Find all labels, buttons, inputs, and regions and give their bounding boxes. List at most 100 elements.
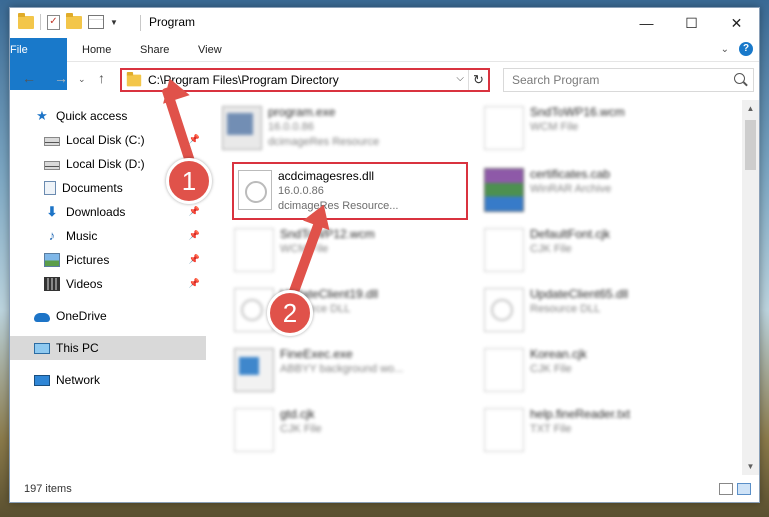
navigation-pane: ★ Quick access Local Disk (C:) 📌 Local D…: [10, 100, 206, 475]
file-item[interactable]: certificates.cab WinRAR Archive: [482, 164, 722, 216]
large-icons-view-icon[interactable]: [737, 483, 751, 495]
folder-icon: [18, 12, 34, 29]
pin-icon[interactable]: 📌: [189, 254, 200, 265]
file-description: dcimageRes Resource...: [278, 200, 399, 212]
pictures-icon: [44, 253, 60, 267]
file-type: WinRAR Archive: [530, 183, 612, 195]
file-type: TXT File: [530, 423, 572, 435]
file-version: 16.0.0.86: [278, 185, 324, 197]
details-view-icon[interactable]: [719, 483, 733, 495]
sidebar-item-network[interactable]: Network: [10, 368, 206, 392]
sidebar-item-label: Local Disk (D:): [66, 157, 145, 171]
address-folder-icon: [126, 71, 142, 86]
recent-locations-dropdown-icon[interactable]: ⌄: [78, 74, 86, 85]
scrollbar-thumb[interactable]: [745, 120, 756, 170]
sidebar-item-this-pc[interactable]: This PC: [10, 336, 206, 360]
file-item[interactable]: Korean.cjk CJK File: [482, 344, 722, 396]
tab-share[interactable]: Share: [128, 38, 181, 62]
sidebar-item-label: Documents: [62, 181, 123, 195]
file-item-selected[interactable]: acdcimagesres.dll 16.0.0.86 dcimageRes R…: [232, 162, 468, 220]
file-item[interactable]: help.fineReader.txt TXT File: [482, 404, 722, 456]
sidebar-item-downloads[interactable]: ⬇ Downloads 📌: [10, 200, 206, 224]
file-name: SndToWP16.wcm: [530, 105, 625, 119]
step-2-badge: 2: [267, 290, 313, 336]
sidebar-item-label: Downloads: [66, 205, 126, 219]
quick-access-toolbar: ✓ ▼: [18, 12, 118, 30]
customize-toolbar-dropdown-icon[interactable]: ▼: [110, 18, 118, 27]
file-type: WCM File: [280, 243, 329, 255]
file-item[interactable]: UpdateClient65.dll Resource DLL: [482, 284, 722, 336]
file-name: FineExec.exe: [280, 347, 353, 361]
tab-home[interactable]: Home: [70, 38, 123, 62]
scroll-up-arrow-icon[interactable]: ▲: [742, 100, 759, 117]
file-name: DefaultFont.cjk: [530, 227, 611, 241]
dll-file-icon: [238, 170, 272, 210]
file-type: CJK File: [530, 243, 572, 255]
pc-icon: [34, 342, 50, 354]
onedrive-icon: [34, 313, 50, 322]
sidebar-item-pictures[interactable]: Pictures 📌: [10, 248, 206, 272]
tab-view[interactable]: View: [186, 38, 234, 62]
file-name: acdcimagesres.dll: [278, 169, 375, 183]
minimize-button[interactable]: —: [624, 8, 669, 38]
pin-icon[interactable]: 📌: [189, 206, 200, 217]
file-name: help.fineReader.txt: [530, 407, 631, 421]
pin-icon[interactable]: 📌: [189, 134, 200, 145]
sidebar-item-music[interactable]: ♪ Music 📌: [10, 224, 206, 248]
star-icon: ★: [36, 108, 48, 123]
app-file-icon: [234, 348, 274, 392]
videos-icon: [44, 277, 60, 291]
address-dropdown-icon[interactable]: ⌵: [456, 73, 464, 84]
sidebar-item-label: Pictures: [66, 253, 110, 267]
search-input[interactable]: [512, 70, 732, 90]
file-description: dcimageRes Resource: [268, 136, 380, 148]
search-icon[interactable]: [734, 73, 745, 84]
sidebar-item-label: Quick access: [56, 109, 128, 123]
vertical-scrollbar[interactable]: ▲ ▼: [742, 100, 759, 475]
file-name: gtd.cjk: [280, 407, 315, 421]
sidebar-item-label: Local Disk (C:): [66, 133, 145, 147]
refresh-icon[interactable]: ↻: [468, 70, 488, 90]
navigation-row: ← → ⌄ ↑ C:\Program Files\Program Directo…: [10, 66, 759, 94]
blank-file-icon: [484, 408, 524, 452]
blank-file-icon: [484, 348, 524, 392]
help-icon[interactable]: ?: [739, 42, 753, 56]
blank-file-icon: [234, 408, 274, 452]
back-arrow-icon[interactable]: ←: [22, 70, 36, 86]
new-folder-icon[interactable]: [66, 12, 82, 29]
file-item[interactable]: SndToWP16.wcm WCM File: [482, 102, 722, 154]
sidebar-item-videos[interactable]: Videos 📌: [10, 272, 206, 296]
file-type: Resource DLL: [530, 303, 601, 315]
expand-ribbon-chevron-icon[interactable]: ⌄: [721, 44, 729, 55]
file-name: program.exe: [268, 105, 336, 119]
search-box[interactable]: [503, 68, 754, 92]
forward-arrow-icon[interactable]: →: [54, 70, 68, 86]
status-bar: 197 items: [10, 478, 759, 502]
documents-icon: [44, 181, 56, 195]
file-item[interactable]: gtd.cjk CJK File: [232, 404, 472, 456]
file-type: CJK File: [280, 423, 322, 435]
up-arrow-icon[interactable]: ↑: [98, 70, 105, 86]
file-item[interactable]: DefaultFont.cjk CJK File: [482, 224, 722, 276]
sidebar-item-label: OneDrive: [56, 309, 107, 323]
step-1-badge: 1: [166, 158, 212, 204]
disk-icon: [44, 137, 60, 146]
item-count: 197 items: [24, 483, 72, 495]
rar-file-icon: [484, 168, 524, 212]
pin-icon[interactable]: 📌: [189, 278, 200, 289]
sidebar-item-label: Network: [56, 373, 101, 387]
file-item[interactable]: SndToWP12.wcm WCM File: [232, 224, 472, 276]
close-button[interactable]: ✕: [714, 8, 759, 38]
blank-file-icon: [234, 228, 274, 272]
properties-checkmark-icon[interactable]: ✓: [47, 14, 60, 30]
scroll-down-arrow-icon[interactable]: ▼: [742, 458, 759, 475]
maximize-button[interactable]: ☐: [669, 8, 714, 38]
view-properties-icon[interactable]: [88, 15, 104, 29]
music-icon: ♪: [48, 228, 56, 243]
file-item[interactable]: program.exe 16.0.0.86 dcimageRes Resourc…: [220, 102, 460, 154]
pin-icon[interactable]: 📌: [189, 230, 200, 241]
sidebar-item-label: Videos: [66, 277, 103, 291]
sidebar-item-onedrive[interactable]: OneDrive: [10, 304, 206, 328]
file-item[interactable]: FineExec.exe ABBYY background wo...: [232, 344, 472, 396]
blank-file-icon: [484, 228, 524, 272]
